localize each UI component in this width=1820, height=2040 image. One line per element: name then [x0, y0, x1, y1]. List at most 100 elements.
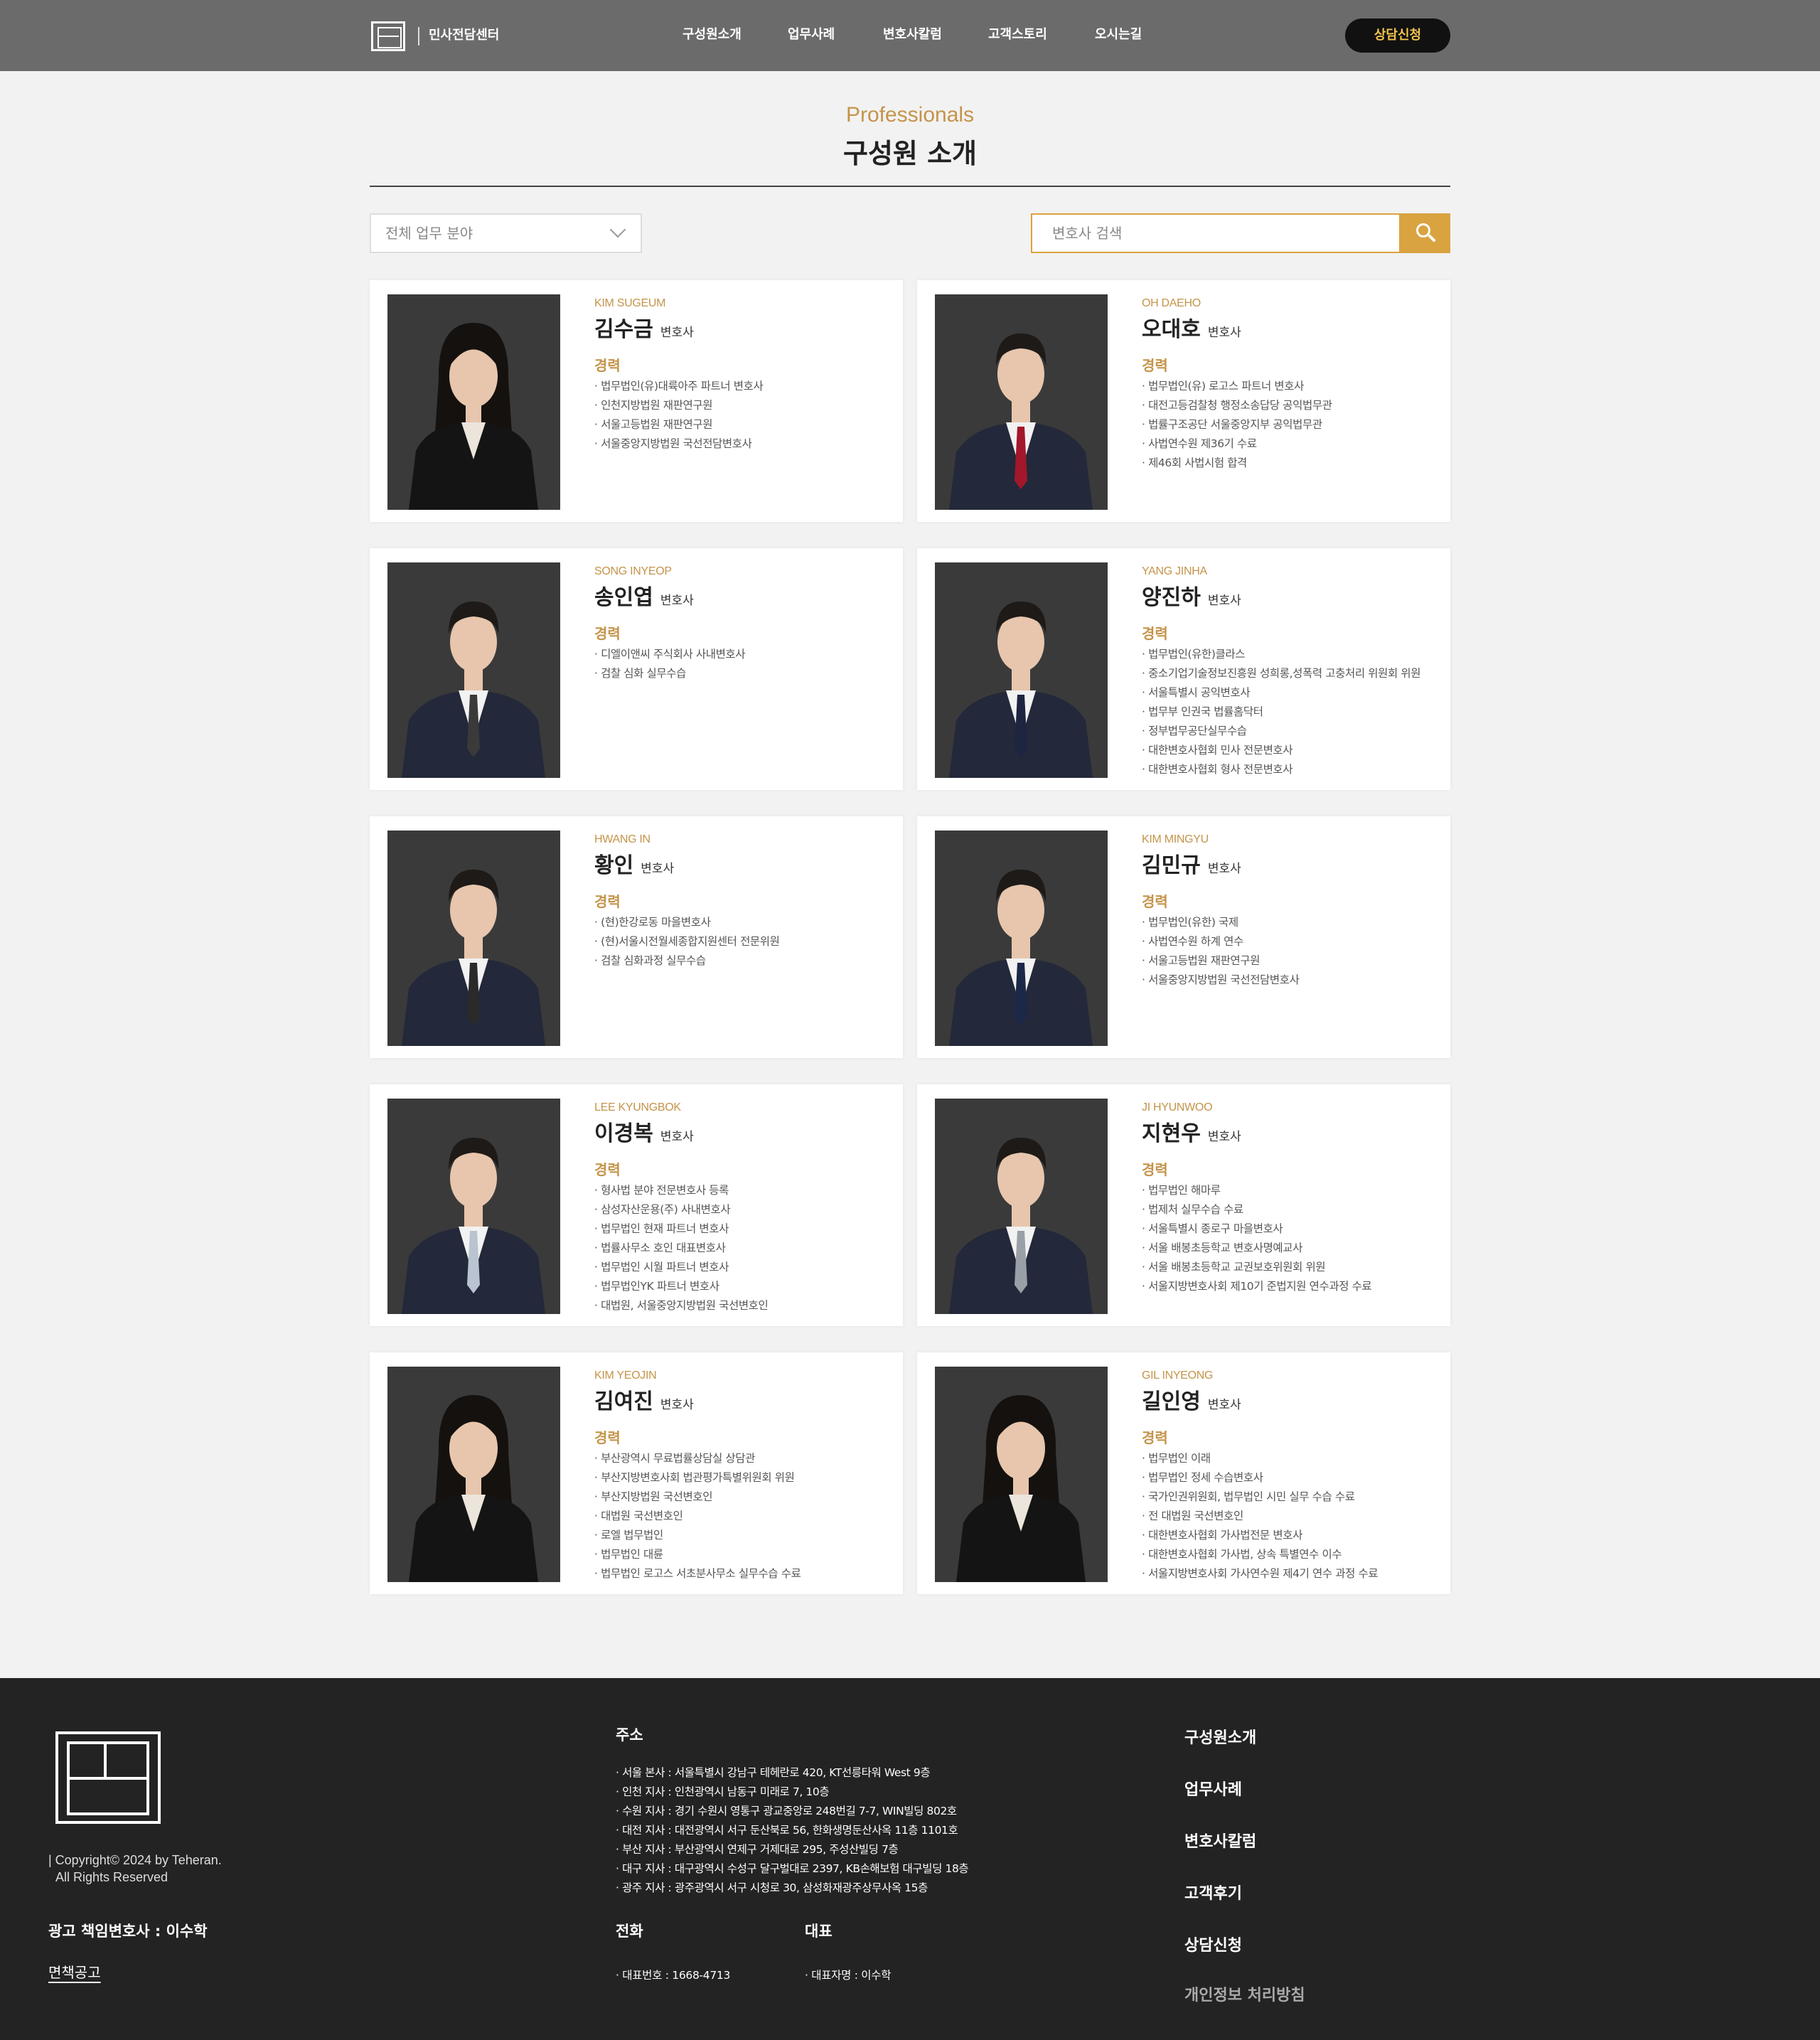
career-label: 경력 — [594, 1161, 621, 1178]
career-item: 검찰 심화 실무수습 — [594, 664, 745, 683]
career-label: 경력 — [594, 357, 621, 374]
address-item: 서울 본사 : 서울특별시 강남구 테헤란로 420, KT선릉타워 West … — [616, 1763, 968, 1783]
lawyer-card[interactable]: SONG INYEOP 송인엽 변호사경력디엘이앤씨 주식회사 사내변호사검찰 심화… — [370, 548, 903, 790]
nav-members[interactable]: 구성원소개 — [682, 24, 742, 46]
address-item: 대구 지사 : 대구광역시 수성구 달구벌대로 2397, KB손해보험 대구빌… — [616, 1859, 969, 1879]
nav-columns[interactable]: 변호사칼럼 — [883, 24, 942, 46]
lawyer-photo — [935, 1099, 1108, 1314]
lawyer-role: 변호사 — [641, 862, 675, 876]
nav-stories[interactable]: 고객스토리 — [988, 24, 1047, 46]
career-item: 서울중앙지방법원 국선전담변호사 — [594, 434, 763, 454]
logo-divider — [418, 27, 419, 46]
search-button[interactable] — [1401, 213, 1450, 253]
address-item: 광주 지사 : 광주광역시 서구 시청로 30, 삼성화재광주상무사옥 15층 — [616, 1879, 968, 1898]
career-item: 서울특별시 공익변호사 — [1142, 683, 1420, 703]
lawyer-card[interactable]: KIM MINGYU 김민규 변호사경력법무법인(유한) 국제사법연수원 하계 연수… — [917, 816, 1450, 1058]
career-item: (현)한강로동 마을변호사 — [594, 913, 780, 932]
lawyer-role: 변호사 — [1207, 594, 1241, 608]
career-item: 정부법무공단실무수습 — [1142, 722, 1420, 741]
career-item: 법무부 인권국 법률홈닥터 — [1142, 703, 1420, 722]
career-item: 사법연수원 하계 연수 — [1142, 932, 1300, 951]
footer-nav-columns[interactable]: 변호사칼럼 — [1184, 1829, 1256, 1852]
lawyer-english-name: KIM SUGEUM — [594, 297, 666, 309]
career-item: 사법연수원 제36기 수료 — [1142, 434, 1332, 454]
lawyer-name: 김여진 — [594, 1389, 653, 1414]
lawyer-name-row: 김수금 변호사 — [594, 311, 694, 343]
career-item: 인천지방법원 재판연구원 — [594, 396, 763, 415]
nav-directions[interactable]: 오시는길 — [1095, 24, 1142, 46]
lawyer-role: 변호사 — [1207, 1130, 1241, 1144]
lawyer-english-name: JI HYUNWOO — [1142, 1101, 1213, 1114]
lawyer-role: 변호사 — [660, 594, 694, 608]
career-item: 대법원, 서울중앙지방법원 국선변호인 — [594, 1296, 769, 1315]
practice-area-select[interactable]: 전체 업무 분야 — [370, 213, 642, 253]
lawyer-english-name: LEE KYUNGBOK — [594, 1101, 681, 1114]
career-item: 삼성자산운용(주) 사내변호사 — [594, 1200, 768, 1219]
lawyer-card[interactable]: YANG JINHA 양진하 변호사경력법무법인(유한)클라스중소기업기술정보진흥원… — [917, 548, 1450, 790]
lawyer-name: 김수금 — [594, 317, 653, 342]
section-eyebrow: Professionals — [845, 103, 975, 127]
lawyer-name: 송인엽 — [594, 585, 653, 610]
lawyer-role: 변호사 — [660, 1130, 694, 1144]
lawyer-english-name: HWANG IN — [594, 833, 651, 845]
career-item: 법무법인 정세 수습변호사 — [1142, 1468, 1378, 1488]
site-header: 민사전담센터 구성원소개 업무사례 변호사칼럼 고객스토리 오시는길 상담신청 — [0, 0, 1820, 71]
career-item: 법무법인(유)대륙아주 파트너 변호사 — [594, 377, 764, 396]
career-item: 서울특별시 종로구 마을변호사 — [1142, 1219, 1371, 1239]
logo-icon[interactable] — [371, 21, 405, 51]
lawyer-photo — [935, 1367, 1108, 1582]
career-item: 서울지방변호사회 제10기 준법지원 연수과정 수료 — [1142, 1277, 1372, 1296]
privacy-policy-link[interactable]: 개인정보 처리방침 — [1184, 1982, 1305, 2005]
lawyer-card[interactable]: GIL INYEONG 길인영 변호사경력법무법인 이래법무법인 정세 수습변호사국… — [917, 1352, 1450, 1594]
disclaimer-link[interactable]: 면책공고 — [48, 1961, 101, 1982]
chevron-down-icon — [609, 221, 626, 238]
career-list: 법무법인(유)대륙아주 파트너 변호사인천지방법원 재판연구원서울고등법원 재판… — [594, 377, 764, 454]
lawyer-card[interactable]: LEE KYUNGBOK 이경복 변호사경력형사법 분야 전문변호사 등록삼성자산운… — [370, 1084, 903, 1326]
lawyer-name-row: 송인엽 변호사 — [594, 580, 694, 611]
lawyer-name: 길인영 — [1142, 1389, 1201, 1414]
lawyer-english-name: GIL INYEONG — [1142, 1369, 1214, 1382]
address-item: 수원 지사 : 경기 수원시 영통구 광교중앙로 248번길 7-7, WIN빌… — [616, 1802, 968, 1821]
career-list: 법무법인(유한) 국제사법연수원 하계 연수서울고등법원 재판연구원서울중앙지방… — [1142, 913, 1300, 990]
career-item: 부산지방법원 국선변호인 — [594, 1488, 801, 1507]
lawyer-photo — [387, 1099, 560, 1314]
logo-text[interactable]: 민사전담센터 — [429, 26, 499, 46]
lawyer-role: 변호사 — [1207, 862, 1241, 876]
lawyer-english-name: KIM MINGYU — [1142, 833, 1209, 845]
lawyer-search-input[interactable] — [1031, 213, 1401, 253]
career-item: 대한변호사협회 가사법전문 변호사 — [1142, 1526, 1378, 1545]
copyright: | Copyright© 2024 by Teheran. All Rights… — [48, 1853, 222, 1884]
career-label: 경력 — [594, 1429, 621, 1446]
footer-nav-reviews[interactable]: 고객후기 — [1184, 1881, 1242, 1903]
lawyer-name: 황인 — [594, 853, 634, 878]
consult-button[interactable]: 상담신청 — [1345, 18, 1450, 53]
page-title: 구성원 소개 — [842, 138, 978, 169]
nav-cases[interactable]: 업무사례 — [788, 24, 835, 46]
lawyer-card[interactable]: KIM SUGEUM 김수금 변호사경력법무법인(유)대륙아주 파트너 변호사인천지… — [370, 280, 903, 522]
career-list: 법무법인 해마루법제처 실무수습 수료서울특별시 종로구 마을변호사서울 배봉초… — [1142, 1181, 1372, 1296]
career-item: 서울중앙지방법원 국선전담변호사 — [1142, 971, 1300, 990]
career-item: 법무법인(유한)클라스 — [1142, 645, 1420, 664]
lawyer-photo — [387, 831, 560, 1046]
lawyer-english-name: KIM YEOJIN — [594, 1369, 657, 1382]
footer-nav-cases[interactable]: 업무사례 — [1184, 1777, 1242, 1800]
career-item: 부산지방변호사회 법관평가특별위원회 위원 — [594, 1468, 801, 1488]
lawyer-role: 변호사 — [660, 1398, 694, 1412]
career-item: 대전고등검찰청 행정소송답당 공익법무관 — [1142, 396, 1332, 415]
lawyer-photo — [935, 562, 1108, 778]
career-list: 형사법 분야 전문변호사 등록삼성자산운용(주) 사내변호사법무법인 현재 파트… — [594, 1181, 769, 1315]
footer-nav-consult[interactable]: 상담신청 — [1184, 1933, 1242, 1955]
lawyer-name: 양진하 — [1142, 585, 1201, 610]
career-list: 디엘이앤씨 주식회사 사내변호사검찰 심화 실무수습 — [594, 645, 746, 683]
career-item: 부산광역시 무료법률상담실 상담관 — [594, 1449, 801, 1468]
footer-logo-icon — [55, 1731, 161, 1824]
career-item: 디엘이앤씨 주식회사 사내변호사 — [594, 645, 746, 664]
lawyer-card[interactable]: OH DAEHO 오대호 변호사경력법무법인(유) 로고스 파트너 변호사대전고등검… — [917, 280, 1450, 522]
lawyer-card[interactable]: KIM YEOJIN 김여진 변호사경력부산광역시 무료법률상담실 상담관부산지방변… — [370, 1352, 903, 1594]
lawyer-card[interactable]: HWANG IN 황인 변호사경력 (현)한강로동 마을변호사(현)서울시전월세종합지… — [370, 816, 903, 1058]
footer-nav-members[interactable]: 구성원소개 — [1184, 1725, 1256, 1748]
career-item: 법무법인 시월 파트너 변호사 — [594, 1258, 768, 1277]
lawyer-card[interactable]: JI HYUNWOO 지현우 변호사경력법무법인 해마루법제처 실무수습 수료서울특… — [917, 1084, 1450, 1326]
career-item: 검찰 심화과정 실무수습 — [594, 951, 780, 971]
career-item: 대한변호사협회 민사 전문변호사 — [1142, 741, 1420, 760]
